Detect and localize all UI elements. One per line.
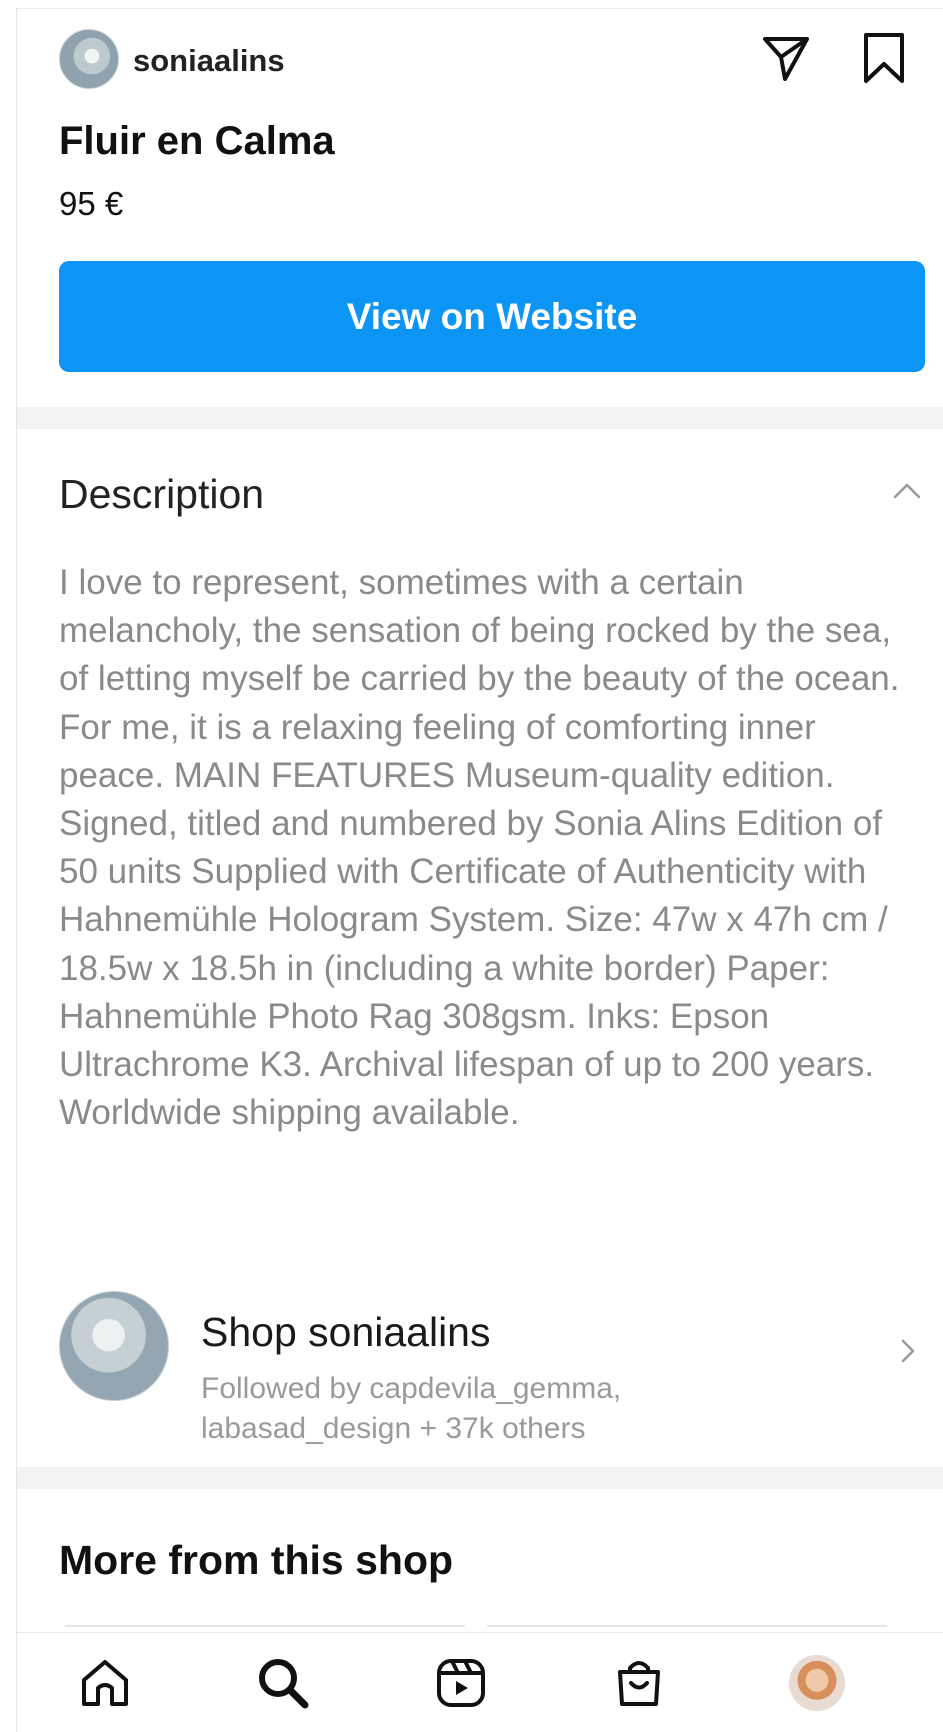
post-header: soniaalins [17,9,943,109]
shop-link-row[interactable]: Shop soniaalins Followed by capdevila_ge… [17,1279,943,1449]
nav-home[interactable] [73,1651,137,1715]
product-detail-screen: soniaalins Fluir en Calma 95 € View on W… [16,8,943,1732]
share-button[interactable] [757,29,815,87]
description-text: I love to represent, sometimes with a ce… [59,563,900,1133]
nav-search[interactable] [251,1651,315,1715]
avatar[interactable] [59,29,119,89]
description-heading[interactable]: Description [59,471,264,518]
save-button[interactable] [855,29,913,87]
nav-reels[interactable] [429,1651,493,1715]
nav-profile[interactable] [785,1651,849,1715]
home-icon [82,1660,128,1706]
product-title: Fluir en Calma [59,119,335,163]
profile-avatar [789,1655,845,1711]
section-divider [17,407,943,429]
section-divider [17,1467,943,1489]
product-price: 95 € [59,185,124,222]
username[interactable]: soniaalins [133,43,285,79]
more-from-shop-heading: More from this shop [59,1537,454,1583]
chevron-right-icon [893,1331,923,1371]
reels-icon [437,1659,485,1707]
shop-bag-icon [618,1661,660,1706]
view-on-website-button[interactable]: View on Website [59,261,925,372]
shop-name: Shop soniaalins [201,1309,491,1355]
bookmark-icon [864,33,904,83]
chevron-up-icon [893,483,921,499]
search-icon [259,1659,309,1709]
shop-followers-text: Followed by capdevila_gemma, labasad_des… [201,1372,622,1445]
nav-shop[interactable] [607,1651,671,1715]
paper-plane-icon [763,37,809,81]
shop-avatar [59,1291,169,1401]
collapse-description-button[interactable] [887,471,927,511]
bottom-navigation [17,1632,943,1732]
